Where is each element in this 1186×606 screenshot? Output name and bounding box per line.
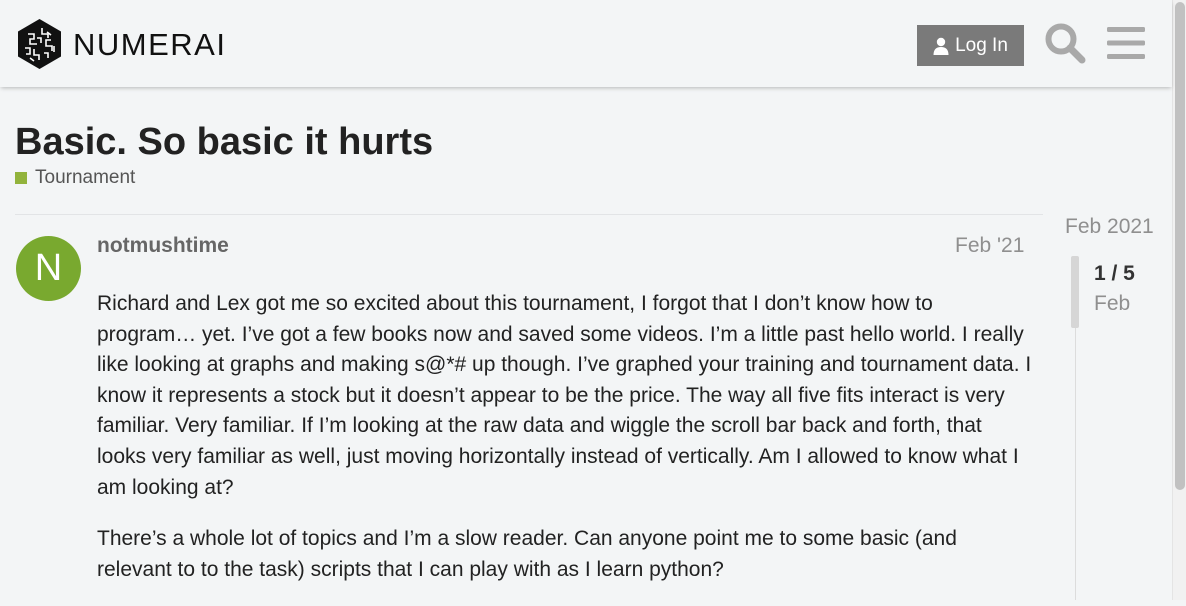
timeline-start-date[interactable]: Feb 2021 [1065, 215, 1154, 239]
hamburger-menu-icon[interactable] [1107, 26, 1145, 60]
numerai-logo-link[interactable]: NUMERAI [16, 18, 226, 70]
scrollbar-thumb[interactable] [1175, 2, 1185, 490]
post-paragraph: Richard and Lex got me so excited about … [97, 292, 1032, 499]
timeline-post-count: 1 / 5 [1094, 262, 1135, 285]
topic-divider [15, 214, 1043, 215]
post-date[interactable]: Feb '21 [955, 234, 1024, 258]
topic-title[interactable]: Basic. So basic it hurts [15, 118, 433, 166]
page-scrollbar[interactable] [1172, 0, 1186, 600]
user-icon [933, 37, 949, 55]
post-body: Richard and Lex got me so excited about … [97, 289, 1032, 606]
avatar-letter: N [34, 247, 63, 289]
login-button[interactable]: Log In [917, 25, 1024, 66]
login-button-label: Log In [955, 34, 1008, 56]
timeline-scroll-handle[interactable] [1071, 256, 1079, 328]
avatar[interactable]: N [16, 236, 81, 301]
category-color-swatch [15, 172, 27, 184]
logo-text: NUMERAI [73, 26, 227, 62]
category-label: Tournament [35, 167, 136, 188]
category-badge[interactable]: Tournament [15, 167, 135, 189]
search-icon[interactable] [1044, 22, 1086, 64]
post-username[interactable]: notmushtime [97, 234, 229, 258]
site-header: NUMERAI Log In [0, 0, 1172, 87]
timeline-current-date: Feb [1094, 292, 1131, 315]
post-paragraph: There’s a whole lot of topics and I’m a … [97, 527, 957, 581]
numerai-logo-icon [18, 19, 61, 69]
